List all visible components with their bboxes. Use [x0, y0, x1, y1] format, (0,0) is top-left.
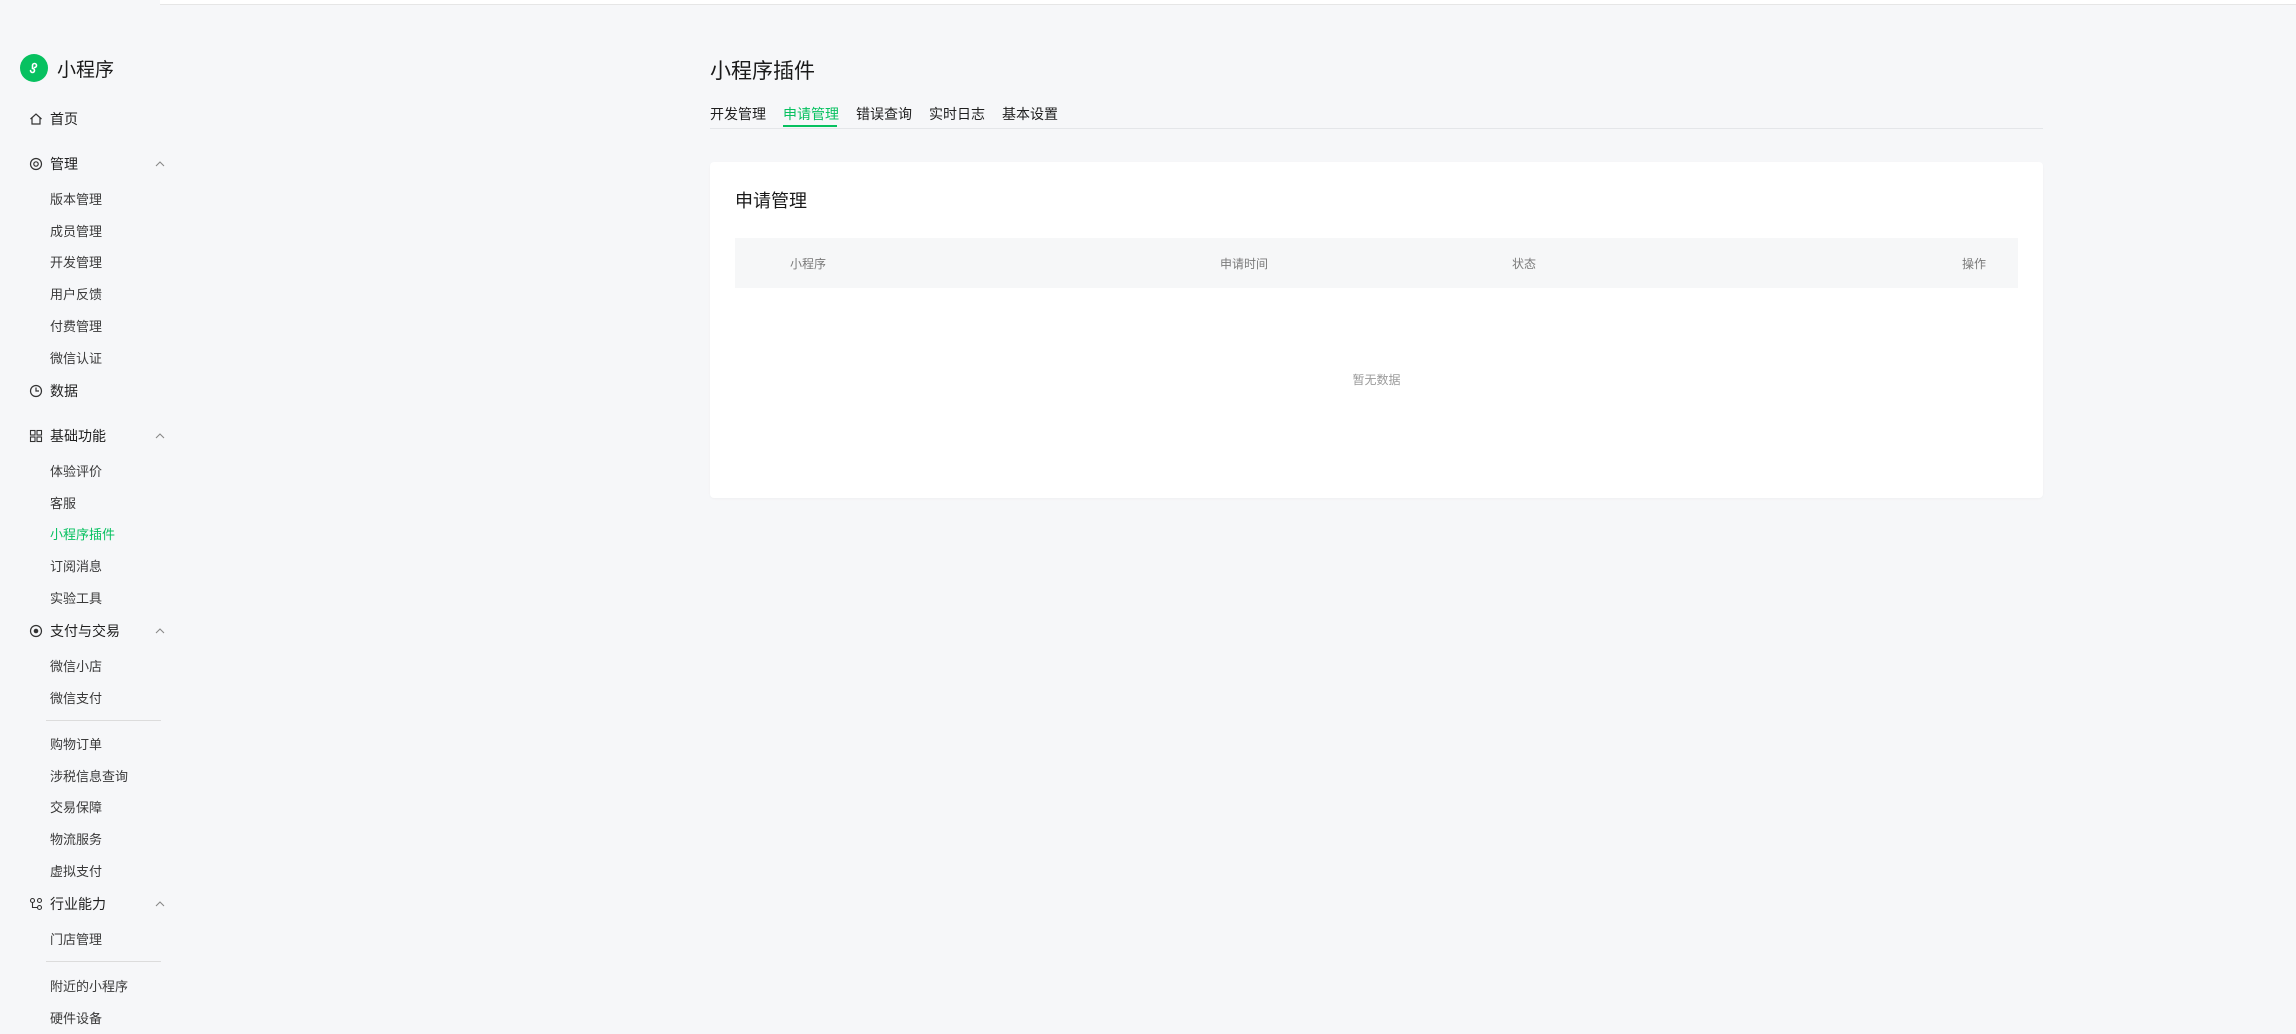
sidebar-item-home[interactable]: 首页 [28, 109, 78, 129]
sidebar-item-version[interactable]: 版本管理 [50, 189, 102, 208]
empty-state-text: 暂无数据 [1352, 373, 1401, 387]
sidebar-item-logistics[interactable]: 物流服务 [50, 829, 102, 848]
sidebar-item-virtual-pay[interactable]: 虚拟支付 [50, 861, 102, 880]
column-header-action: 操作 [1962, 257, 1987, 271]
sidebar-group-industry[interactable]: 行业能力 [28, 894, 106, 914]
brand-name: 小程序 [57, 58, 115, 81]
sidebar-item-shopping-orders[interactable]: 购物订单 [50, 734, 102, 753]
top-strip [160, 0, 2296, 5]
sidebar-item-customer-service[interactable]: 客服 [50, 493, 76, 512]
tab-dev-manage[interactable]: 开发管理 [710, 104, 766, 124]
card-title: 申请管理 [735, 191, 807, 212]
sidebar-item-hardware[interactable]: 硬件设备 [50, 1008, 102, 1027]
column-header-miniprogram: 小程序 [790, 257, 827, 271]
sidebar-item-plugins[interactable]: 小程序插件 [50, 524, 115, 543]
sidebar-item-label: 数据 [50, 384, 78, 400]
sidebar-item-wechat-verify[interactable]: 微信认证 [50, 348, 102, 367]
sidebar-item-store-manage[interactable]: 门店管理 [50, 929, 102, 948]
table-header: 小程序 申请时间 状态 操作 [735, 238, 2018, 288]
sidebar-item-trade-guarantee[interactable]: 交易保障 [50, 797, 102, 816]
sidebar-divider [46, 961, 161, 962]
sidebar-item-feedback[interactable]: 用户反馈 [50, 284, 102, 303]
sidebar-item-experience-review[interactable]: 体验评价 [50, 461, 102, 480]
tab-realtime-log[interactable]: 实时日志 [929, 104, 985, 124]
chevron-up-icon[interactable] [154, 625, 166, 637]
chevron-up-icon[interactable] [154, 158, 166, 170]
home-icon [28, 112, 43, 127]
gear-icon [28, 157, 43, 172]
browser-top-bar [0, 0, 2296, 14]
active-tab-indicator [783, 125, 837, 127]
sidebar-group-label: 行业能力 [50, 897, 106, 913]
application-card: 申请管理 小程序 申请时间 状态 操作 暂无数据 [710, 162, 2043, 498]
sidebar-group-basic[interactable]: 基础功能 [28, 426, 106, 446]
chevron-up-icon[interactable] [154, 898, 166, 910]
sidebar-group-label: 基础功能 [50, 429, 106, 445]
nodes-icon [28, 897, 43, 912]
sidebar-item-dev-manage[interactable]: 开发管理 [50, 252, 102, 271]
tab-error-query[interactable]: 错误查询 [856, 104, 912, 124]
sidebar-item-tax-info[interactable]: 涉税信息查询 [50, 766, 128, 785]
sidebar-item-payment-manage[interactable]: 付费管理 [50, 316, 102, 335]
sidebar-item-members[interactable]: 成员管理 [50, 221, 102, 240]
sidebar-item-subscribe-message[interactable]: 订阅消息 [50, 556, 102, 575]
sidebar-item-wechat-shop[interactable]: 微信小店 [50, 656, 102, 675]
brand[interactable]: 小程序 [20, 54, 114, 82]
page-title: 小程序插件 [710, 59, 815, 83]
tab-basic-settings[interactable]: 基本设置 [1002, 104, 1058, 124]
sidebar-item-nearby-miniprogram[interactable]: 附近的小程序 [50, 976, 128, 995]
target-icon [28, 624, 43, 639]
sidebar-item-data[interactable]: 数据 [28, 381, 78, 401]
sidebar-item-wechat-pay[interactable]: 微信支付 [50, 688, 102, 707]
sidebar-group-payment[interactable]: 支付与交易 [28, 621, 120, 641]
sidebar-item-label: 首页 [50, 112, 78, 128]
sidebar-group-label: 管理 [50, 157, 78, 173]
sidebar-item-lab-tools[interactable]: 实验工具 [50, 588, 102, 607]
sidebar-group-manage[interactable]: 管理 [28, 154, 78, 174]
tab-bar: 开发管理 申请管理 错误查询 实时日志 基本设置 [710, 101, 2043, 129]
sidebar: 小程序 首页 管理 版本管理 成员管理 开发管理 用户反馈 付费管理 微信认证 … [0, 0, 260, 1034]
sidebar-divider [46, 720, 161, 721]
column-header-status: 状态 [1512, 257, 1537, 271]
clock-chart-icon [28, 384, 43, 399]
miniprogram-logo-icon [20, 54, 48, 82]
tab-application-manage[interactable]: 申请管理 [783, 104, 839, 124]
column-header-apply-time: 申请时间 [1220, 257, 1269, 271]
chevron-up-icon[interactable] [154, 430, 166, 442]
sidebar-group-label: 支付与交易 [50, 624, 120, 640]
grid-icon [28, 429, 43, 444]
